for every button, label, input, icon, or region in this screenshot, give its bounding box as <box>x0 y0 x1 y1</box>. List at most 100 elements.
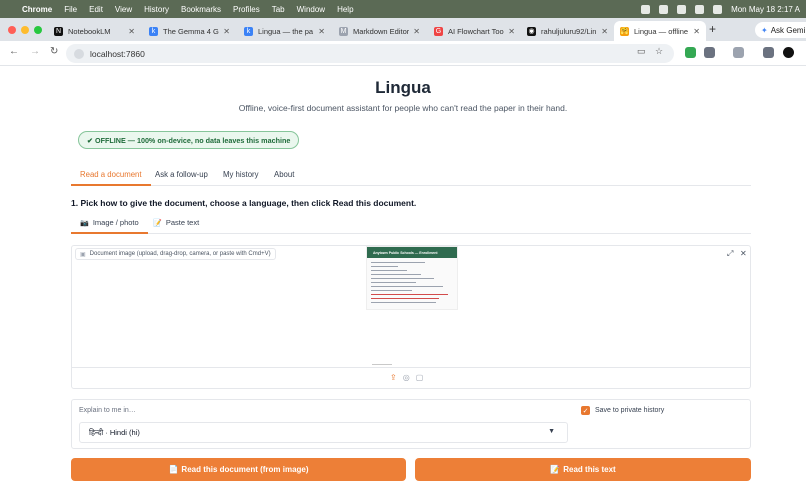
memo-icon: 📝 <box>550 465 561 474</box>
markdown-favicon-icon: M <box>339 26 348 36</box>
extension-icon[interactable] <box>685 47 696 58</box>
close-tab-icon[interactable]: ✕ <box>128 27 135 36</box>
tab-label: Paste text <box>165 218 200 227</box>
menu-history[interactable]: History <box>144 5 169 14</box>
tab-label: Image / photo <box>92 218 139 227</box>
browser-tab[interactable]: N NotebookLM ✕ <box>48 21 141 41</box>
image-caption-line <box>372 364 392 365</box>
read-document-button[interactable]: 📄 Read this document (from image) <box>71 458 406 481</box>
extensions-puzzle-icon[interactable] <box>704 47 715 58</box>
clipboard-icon[interactable]: ▢ <box>416 373 424 382</box>
browser-tab[interactable]: k The Gemma 4 Gu ✕ <box>143 21 236 41</box>
tab-image-photo[interactable]: 📷 Image / photo <box>71 218 148 234</box>
huggingface-favicon-icon: 🤗 <box>620 26 629 36</box>
explain-panel: Explain to me in… हिन्दी · Hindi (hi) ▼ … <box>71 399 751 449</box>
gemini-sparkle-icon: ✦ <box>761 25 768 35</box>
close-tab-icon[interactable]: ✕ <box>318 27 325 36</box>
menu-help[interactable]: Help <box>337 5 353 14</box>
doc-line-red <box>371 294 448 295</box>
close-tab-icon[interactable]: ✕ <box>601 27 608 36</box>
doc-line-red <box>371 298 439 299</box>
tab-paste-text[interactable]: 📝 Paste text <box>144 218 208 234</box>
forward-arrow-icon[interactable]: → <box>30 46 40 57</box>
status-app-icon[interactable] <box>641 4 651 14</box>
url-text[interactable]: localhost:7860 <box>90 49 145 59</box>
tab-title: rahuljuluru92/Lin <box>541 26 597 36</box>
download-icon[interactable] <box>763 47 774 58</box>
browser-tab[interactable]: ◉ rahuljuluru92/Lin ✕ <box>521 21 614 41</box>
status-icons: Mon May 18 2:17 A <box>641 0 800 18</box>
cast-icon[interactable]: ▭ <box>637 46 646 57</box>
language-dropdown[interactable]: हिन्दी · Hindi (hi) ▼ <box>79 422 568 443</box>
tab-read-document[interactable]: Read a document <box>71 170 151 186</box>
ask-gemini-label: Ask Gemi <box>770 25 806 35</box>
menu-tab[interactable]: Tab <box>272 5 285 14</box>
browser-tab[interactable]: M Markdown Editor ✕ <box>333 21 426 41</box>
tab-my-history[interactable]: My history <box>214 170 268 186</box>
close-window-icon[interactable] <box>8 26 16 34</box>
webcam-icon[interactable]: ◎ <box>403 373 410 382</box>
checkmark-icon[interactable]: ✓ <box>581 406 590 415</box>
upload-label-text: Document image (upload, drag-drop, camer… <box>89 251 271 257</box>
minimize-window-icon[interactable] <box>21 26 29 34</box>
doc-line <box>371 302 436 303</box>
menu-bookmarks[interactable]: Bookmarks <box>181 5 221 14</box>
read-document-label: Read this document (from image) <box>181 465 309 474</box>
close-tab-icon[interactable]: ✕ <box>508 27 515 36</box>
github-favicon-icon: ◉ <box>527 26 536 36</box>
read-text-button[interactable]: 📝 Read this text <box>415 458 751 481</box>
save-history-checkbox[interactable]: ✓ Save to private history <box>581 406 664 415</box>
flowchart-favicon-icon: G <box>434 26 443 36</box>
fullscreen-icon[interactable]: ⤢ <box>727 249 733 259</box>
explain-label: Explain to me in… <box>79 407 136 414</box>
tab-about[interactable]: About <box>265 170 303 186</box>
tab-title: AI Flowchart Too <box>448 26 504 36</box>
maximize-window-icon[interactable] <box>34 26 42 34</box>
control-center-icon[interactable] <box>713 4 723 14</box>
clock[interactable]: Mon May 18 2:17 A <box>731 5 800 14</box>
bookmark-star-icon[interactable]: ☆ <box>655 46 663 57</box>
browser-tab[interactable]: k Lingua — the pa ✕ <box>238 21 331 41</box>
tab-title: Markdown Editor <box>353 26 410 36</box>
menu-profiles[interactable]: Profiles <box>233 5 260 14</box>
doc-line <box>371 290 412 291</box>
clear-image-icon[interactable]: ✕ <box>740 249 747 258</box>
close-tab-icon[interactable]: ✕ <box>413 27 420 36</box>
status-app-icon[interactable] <box>659 4 669 14</box>
step-instruction: 1. Pick how to give the document, choose… <box>71 198 417 208</box>
tab-ask-follow-up[interactable]: Ask a follow-up <box>146 170 217 186</box>
reload-icon[interactable]: ↻ <box>50 46 58 57</box>
new-tab-button[interactable]: + <box>709 22 716 36</box>
input-mode-tabs: 📷 Image / photo 📝 Paste text <box>71 218 751 234</box>
main-tabs: Read a document Ask a follow-up My histo… <box>71 170 751 186</box>
doc-line <box>371 262 425 263</box>
doc-line <box>371 278 434 279</box>
tab-title: The Gemma 4 Gu <box>163 26 220 36</box>
chevron-down-icon: ▼ <box>548 428 555 435</box>
back-arrow-icon[interactable]: ← <box>9 46 19 57</box>
offline-status-badge: ✔ OFFLINE — 100% on-device, no data leav… <box>78 131 300 149</box>
profile-avatar[interactable] <box>783 47 794 58</box>
close-tab-icon[interactable]: ✕ <box>693 27 700 36</box>
page-subtitle: Offline, voice-first document assistant … <box>238 103 568 113</box>
menu-file[interactable]: File <box>64 5 77 14</box>
menu-edit[interactable]: Edit <box>89 5 103 14</box>
menu-view[interactable]: View <box>115 5 132 14</box>
browser-tab-strip: N NotebookLM ✕ k The Gemma 4 Gu ✕ k Ling… <box>0 18 806 41</box>
close-tab-icon[interactable]: ✕ <box>223 27 230 36</box>
document-image-upload[interactable]: Anytown Public Schools — Enrollment ▣ Do… <box>71 245 751 389</box>
read-text-label: Read this text <box>563 465 616 474</box>
menu-chrome[interactable]: Chrome <box>22 5 52 14</box>
browser-tab-active[interactable]: 🤗 Lingua — offline ✕ <box>614 21 706 41</box>
wifi-icon[interactable] <box>677 4 687 14</box>
menu-window[interactable]: Window <box>297 5 325 14</box>
browser-tab[interactable]: G AI Flowchart Too ✕ <box>428 21 521 41</box>
search-icon[interactable] <box>695 4 705 14</box>
document-icon: 📄 <box>168 465 179 474</box>
upload-icon[interactable]: ⇪ <box>390 373 397 382</box>
site-info-icon[interactable] <box>74 48 84 59</box>
address-bar[interactable]: localhost:7860 <box>66 44 674 63</box>
side-panel-icon[interactable] <box>733 47 744 58</box>
ask-gemini-button[interactable]: ✦ Ask Gemi <box>755 22 806 38</box>
macos-menu-bar: Chrome File Edit View History Bookmarks … <box>0 0 806 18</box>
